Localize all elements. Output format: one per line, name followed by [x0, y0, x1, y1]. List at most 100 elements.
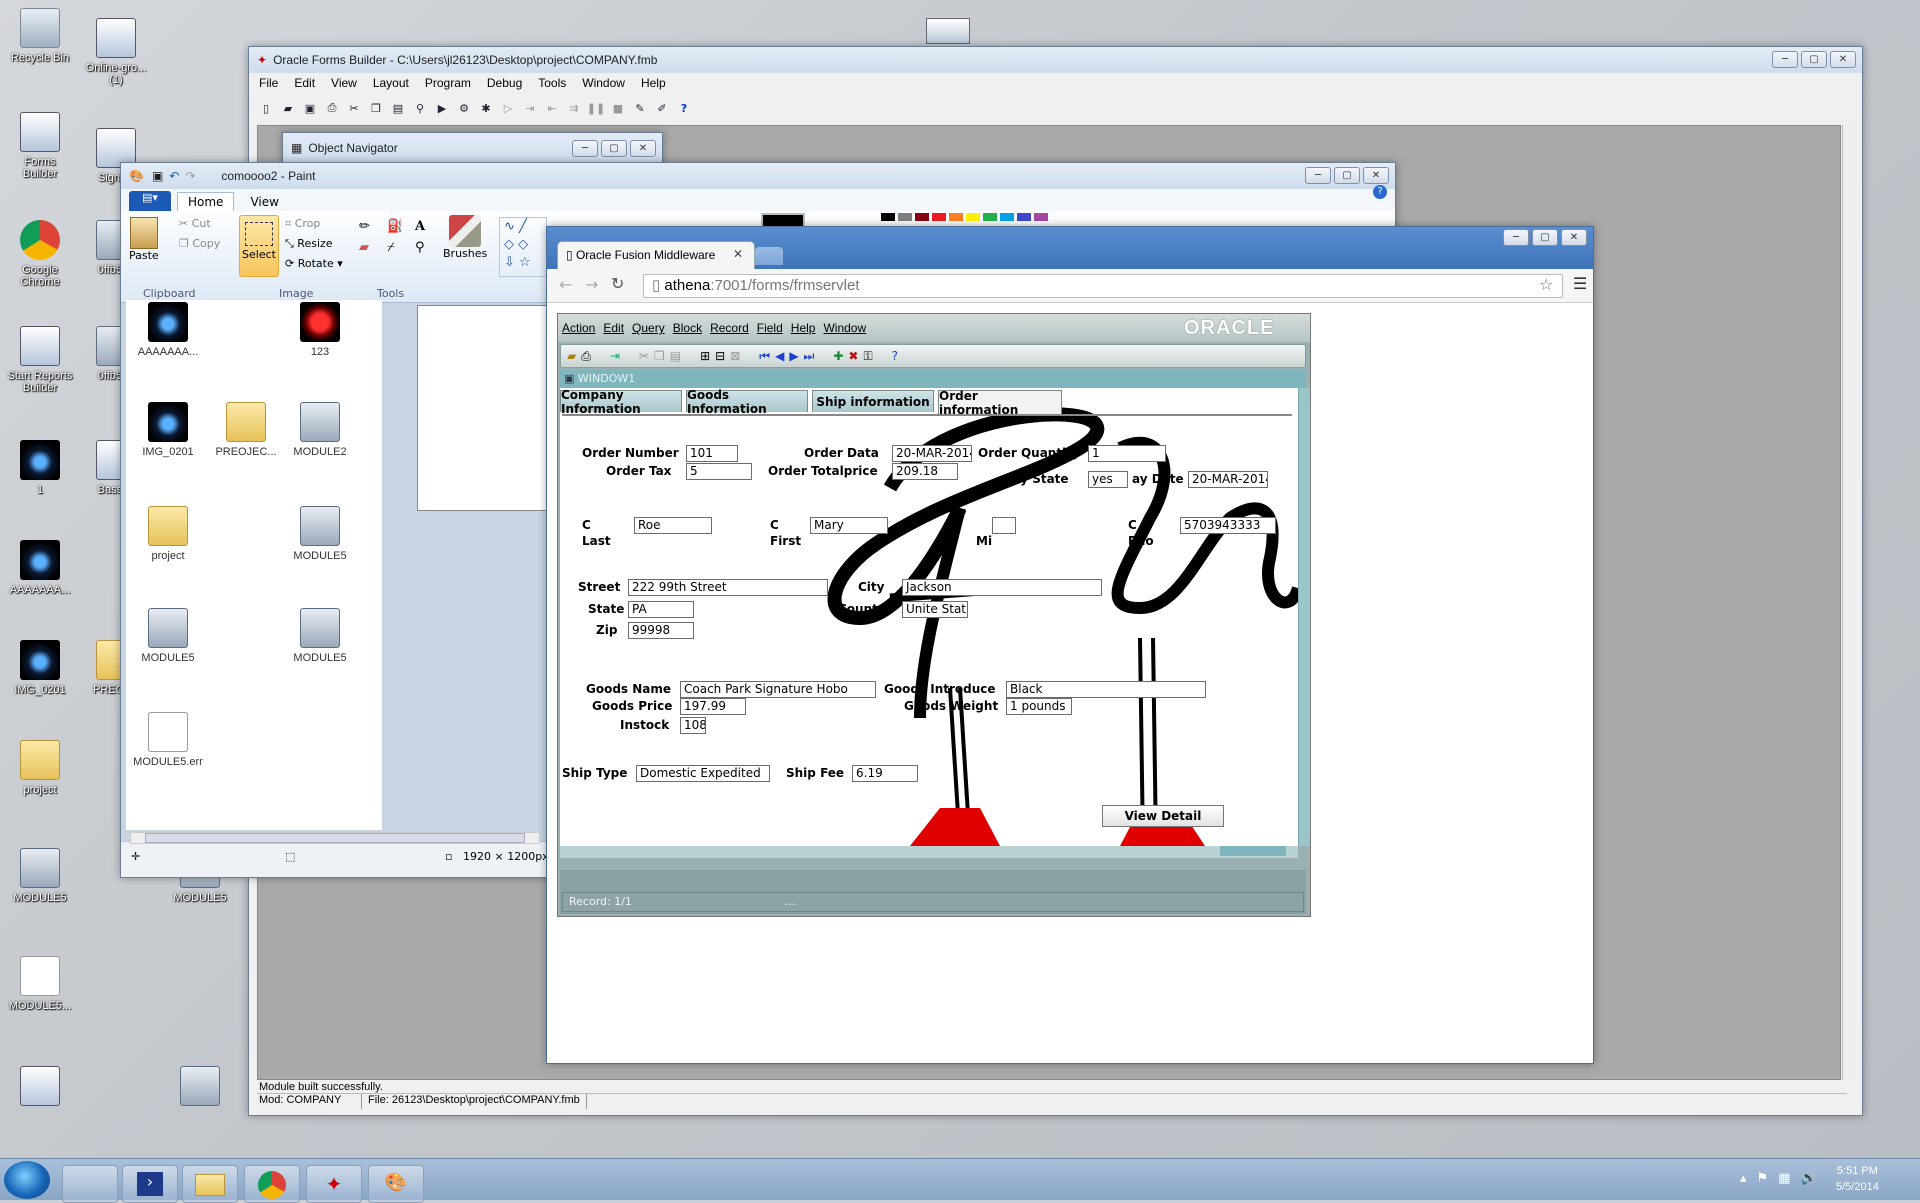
taskbar-server-manager[interactable]	[62, 1165, 118, 1203]
menu-item-record[interactable]: Record	[710, 321, 749, 335]
order-totalprice-field[interactable]: 209.18	[892, 463, 958, 480]
new-tab-button[interactable]	[755, 247, 783, 265]
cut-button[interactable]: ✂ Cut	[179, 217, 211, 230]
explorer-icon[interactable]: project	[128, 506, 208, 562]
paste-button[interactable]: Paste	[129, 217, 159, 262]
insert-record-icon[interactable]: ✚	[833, 349, 843, 363]
print-icon[interactable]: ⎙	[323, 99, 341, 117]
menu-item-help[interactable]: Help	[791, 321, 816, 335]
ship-type-field[interactable]: Domestic Expedited	[636, 765, 770, 782]
maximize-button[interactable]: ▢	[601, 140, 627, 157]
text-icon[interactable]: A	[415, 219, 437, 234]
explorer-icon[interactable]: MODULE5.err	[128, 712, 208, 768]
step-out-icon[interactable]: ⇤	[543, 99, 561, 117]
layout-wizard-icon[interactable]: ✐	[653, 99, 671, 117]
pay-date-field[interactable]: 20-MAR-2014	[1188, 471, 1268, 488]
maximize-button[interactable]: ▢	[1801, 51, 1827, 68]
desktop-icon[interactable]: IMG_0201	[0, 640, 80, 696]
next-record-icon[interactable]: ▶	[789, 349, 798, 363]
desktop-icon[interactable]	[160, 1066, 240, 1110]
pencil-icon[interactable]: ✏	[359, 219, 381, 234]
help-icon[interactable]: ?	[1373, 185, 1387, 199]
menu-item-window[interactable]: Window	[823, 321, 866, 335]
close-button[interactable]: ✕	[1363, 167, 1389, 184]
tab-home[interactable]: Home	[177, 192, 235, 211]
execute-query-icon[interactable]: ⊟	[715, 349, 725, 363]
paint-menu-button[interactable]: ▤▾	[129, 191, 171, 211]
color-picker-icon[interactable]: ⌿	[387, 240, 409, 255]
step-into-icon[interactable]: ▷	[499, 99, 517, 117]
open-icon[interactable]: ▰	[279, 99, 297, 117]
c-phone-field[interactable]: 5703943333	[1180, 517, 1276, 534]
country-field[interactable]: Unite Stat	[902, 601, 968, 618]
last-record-icon[interactable]: ⏭	[804, 349, 815, 364]
tab-ship-information[interactable]: Ship information	[812, 390, 934, 412]
color-swatch[interactable]	[898, 213, 912, 221]
new-icon[interactable]: ▯	[257, 99, 275, 117]
save-icon[interactable]: ▣	[301, 99, 319, 117]
taskbar-explorer[interactable]	[182, 1165, 238, 1203]
desktop-icon[interactable]: AAAAAAA...	[0, 540, 80, 596]
menu-item-view[interactable]: View	[331, 76, 357, 90]
resize-button[interactable]: ⤡ Resize	[285, 237, 333, 251]
run-form-icon[interactable]: ▶	[433, 99, 451, 117]
forward-icon[interactable]: →	[585, 275, 598, 294]
goods-name-field[interactable]: Coach Park Signature Hobo	[680, 681, 876, 698]
tab-order-information[interactable]: Order information	[938, 389, 1062, 417]
copy-icon[interactable]: ❐	[367, 99, 385, 117]
minimize-button[interactable]: ─	[1305, 167, 1331, 184]
view-detail-button[interactable]: View Detail	[1102, 805, 1224, 827]
bookmark-star-icon[interactable]: ☆	[1539, 275, 1553, 294]
help-icon[interactable]: ?	[675, 99, 693, 117]
magnifier-icon[interactable]: ⚲	[415, 240, 437, 255]
color-swatch[interactable]	[983, 213, 997, 221]
previous-record-icon[interactable]: ◀	[775, 349, 784, 363]
print-icon[interactable]: ⎙	[581, 349, 591, 364]
rotate-button[interactable]: ⟳ Rotate ▾	[285, 257, 343, 270]
taskbar-powershell[interactable]: ›	[122, 1165, 178, 1203]
redo-icon[interactable]: ↷	[185, 169, 195, 183]
minimize-button[interactable]: ─	[1772, 51, 1798, 68]
action-center-icon[interactable]: ⚑	[1757, 1171, 1769, 1186]
volume-icon[interactable]: 🔊	[1800, 1171, 1816, 1186]
c-last-field[interactable]: Roe	[634, 517, 712, 534]
cut-icon[interactable]: ✂	[345, 99, 363, 117]
find-icon[interactable]: ⚲	[411, 99, 429, 117]
goods-price-field[interactable]: 197.99	[680, 698, 746, 715]
show-hidden-icons-icon[interactable]: ▴	[1740, 1171, 1747, 1186]
first-record-icon[interactable]: ⏮	[759, 349, 770, 364]
enter-query-icon[interactable]: ⊞	[700, 349, 710, 363]
address-bar[interactable]: ▯ athena:7001/forms/frmservlet	[643, 274, 1563, 298]
c-mi-field[interactable]	[992, 517, 1016, 534]
browser-tab[interactable]: ▯ Oracle Fusion Middleware	[557, 241, 755, 269]
explorer-icon[interactable]: MODULE5	[128, 608, 208, 664]
order-data-field[interactable]: 20-MAR-2014	[892, 445, 972, 462]
street-field[interactable]: 222 99th Street	[628, 579, 828, 596]
exit-icon[interactable]: ⇥	[610, 349, 620, 363]
color-swatch[interactable]	[881, 213, 895, 221]
close-button[interactable]: ✕	[1830, 51, 1856, 68]
reload-icon[interactable]: ↻	[611, 274, 624, 293]
brushes-button[interactable]: Brushes	[443, 215, 487, 260]
explorer-icon[interactable]: 123	[280, 302, 360, 358]
desktop-icon[interactable]: Start Reports Builder	[0, 326, 80, 394]
ship-fee-field[interactable]: 6.19	[852, 765, 918, 782]
step-over-icon[interactable]: ⇥	[521, 99, 539, 117]
c-first-field[interactable]: Mary	[810, 517, 888, 534]
taskbar-chrome[interactable]	[244, 1165, 300, 1203]
desktop-icon[interactable]: Online-gro... (1)	[76, 18, 156, 86]
taskbar-paint[interactable]: 🎨	[368, 1165, 424, 1203]
start-button[interactable]	[4, 1161, 50, 1199]
copy-icon[interactable]: ❐	[654, 349, 665, 363]
desktop-icon[interactable]: project	[0, 740, 80, 796]
debug-icon[interactable]: ✱	[477, 99, 495, 117]
explorer-icon[interactable]: MODULE5	[280, 506, 360, 562]
floating-window-thumbnail[interactable]	[926, 18, 970, 44]
menu-item-block[interactable]: Block	[673, 321, 702, 335]
explorer-icon[interactable]: MODULE5	[280, 608, 360, 664]
color-swatch[interactable]	[932, 213, 946, 221]
maximize-button[interactable]: ▢	[1532, 229, 1558, 246]
menu-item-field[interactable]: Field	[757, 321, 783, 335]
stop-icon[interactable]: ■	[609, 99, 627, 117]
color-swatch[interactable]	[1000, 213, 1014, 221]
